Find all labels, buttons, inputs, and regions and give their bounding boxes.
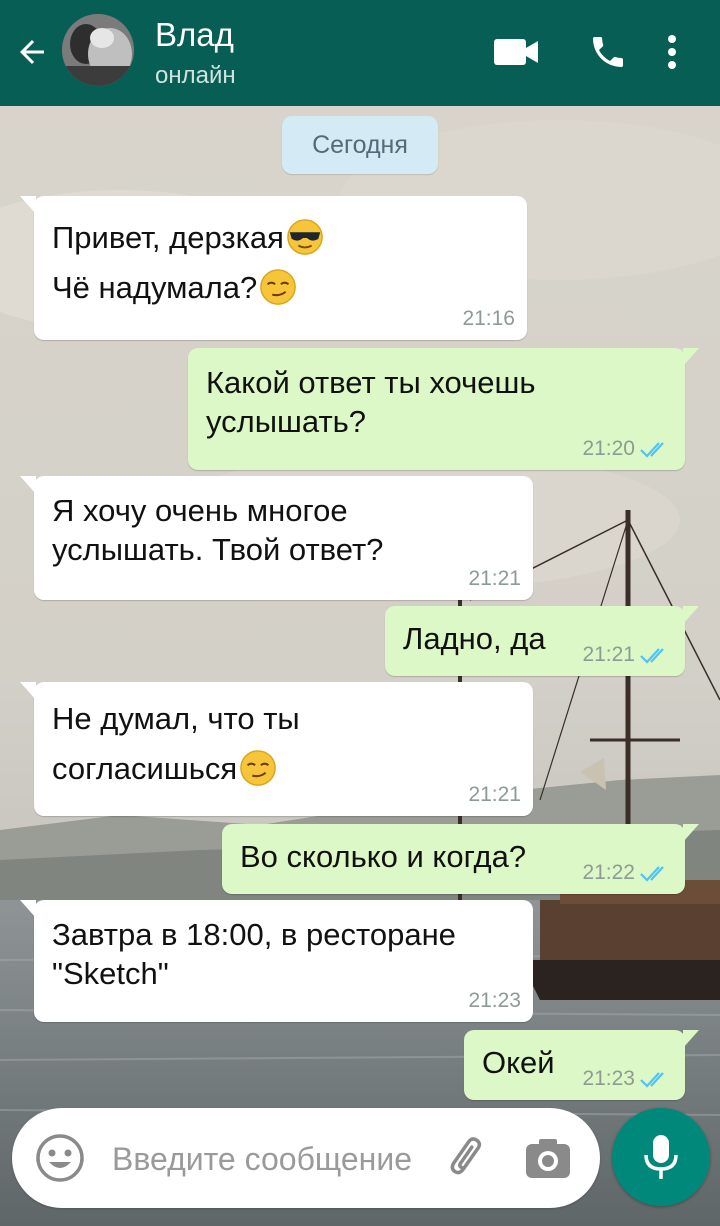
message-meta: 21:21 xyxy=(582,642,673,668)
message-time: 21:16 xyxy=(462,306,515,330)
message-text: Я хочу очень многое xyxy=(52,493,348,528)
avatar[interactable] xyxy=(62,14,134,86)
phone-icon xyxy=(593,37,623,67)
message-incoming[interactable]: Я хочу очень многое услышать. Твой ответ… xyxy=(20,476,533,600)
message-time: 21:22 xyxy=(582,860,635,884)
camera-icon xyxy=(526,1139,570,1178)
avatar-image xyxy=(62,14,134,86)
message-meta: 21:23 xyxy=(582,1066,673,1092)
message-text: Привет, дерзкая xyxy=(52,220,284,255)
message-time: 21:21 xyxy=(582,642,635,666)
read-ticks-icon xyxy=(640,648,664,664)
message-text: Не думал, что ты xyxy=(52,701,300,736)
message-text: согласишься xyxy=(52,750,238,786)
message-text: Завтра в 18:00, в ресторане xyxy=(52,917,456,952)
message-time: 21:21 xyxy=(468,566,521,590)
message-meta: 21:20 xyxy=(582,436,673,462)
read-ticks-icon xyxy=(640,442,664,458)
back-button[interactable] xyxy=(8,28,56,76)
back-arrow-icon xyxy=(20,40,44,64)
video-call-button[interactable] xyxy=(488,24,544,80)
smirking-face-icon xyxy=(240,749,276,786)
video-call-icon xyxy=(494,39,538,65)
message-outgoing[interactable]: Во сколько и когда? 21:22 xyxy=(222,824,699,894)
smirking-face-icon xyxy=(260,268,297,305)
message-incoming[interactable]: Не думал, что ты согласишься 21:21 xyxy=(20,682,533,816)
message-time: 21:23 xyxy=(468,988,521,1012)
contact-name[interactable]: Влад xyxy=(155,16,234,54)
message-outgoing[interactable]: Ладно, да 21:21 xyxy=(385,606,699,676)
mic-icon xyxy=(644,1135,678,1179)
message-outgoing[interactable]: Окей 21:23 xyxy=(464,1030,699,1100)
chat-header: Влад онлайн xyxy=(0,0,720,106)
message-input[interactable] xyxy=(112,1136,442,1182)
message-text: "Sketch" xyxy=(52,955,169,991)
message-text: услышать. Твой ответ? xyxy=(52,531,384,567)
message-meta: 21:16 xyxy=(462,306,515,332)
message-incoming[interactable]: Привет, дерзкая Чё надумала? 21:16 xyxy=(20,196,527,340)
message-meta: 21:22 xyxy=(582,860,673,886)
read-ticks-icon xyxy=(640,866,664,882)
voice-call-button[interactable] xyxy=(580,24,636,80)
message-outgoing[interactable]: Какой ответ ты хочешь услышать? 21:20 xyxy=(188,348,699,470)
message-text: Чё надумала? xyxy=(52,269,258,305)
message-meta: 21:21 xyxy=(468,566,521,592)
message-time: 21:20 xyxy=(582,436,635,460)
camera-button[interactable] xyxy=(522,1134,574,1186)
more-vert-icon xyxy=(668,35,676,69)
smiling-face-with-sunglasses-icon xyxy=(287,219,323,255)
message-time: 21:23 xyxy=(582,1066,635,1090)
message-meta: 21:23 xyxy=(468,988,521,1014)
more-options-button[interactable] xyxy=(652,24,692,80)
emoji-button[interactable] xyxy=(34,1132,86,1184)
attach-icon xyxy=(450,1137,482,1175)
date-chip: Сегодня xyxy=(282,116,438,174)
emoji-icon xyxy=(36,1134,84,1182)
message-composer xyxy=(12,1108,600,1208)
message-meta: 21:21 xyxy=(468,782,521,808)
voice-record-button[interactable] xyxy=(612,1108,710,1206)
message-time: 21:21 xyxy=(468,782,521,806)
attach-button[interactable] xyxy=(442,1134,494,1186)
contact-status: онлайн xyxy=(155,62,236,89)
message-text: Какой ответ ты хочешь xyxy=(206,365,536,400)
read-ticks-icon xyxy=(640,1072,664,1088)
message-incoming[interactable]: Завтра в 18:00, в ресторане "Sketch" 21:… xyxy=(20,900,533,1022)
